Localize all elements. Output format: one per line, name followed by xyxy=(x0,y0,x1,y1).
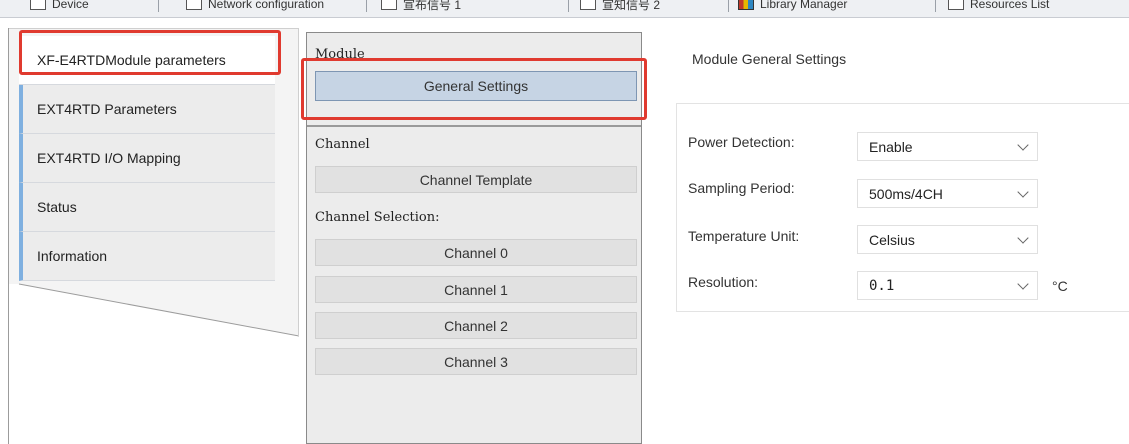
sidebar-item-io-mapping[interactable]: EXT4RTD I/O Mapping xyxy=(19,134,275,183)
tab-separator xyxy=(366,0,367,12)
sampling-period-label: Sampling Period: xyxy=(688,180,795,196)
sidebar: XF-E4RTDModule parameters EXT4RTD Parame… xyxy=(8,28,299,444)
chevron-down-icon xyxy=(1017,232,1029,244)
module-section-label: Module xyxy=(315,47,365,62)
tab-resources-list[interactable]: Resources List xyxy=(948,0,1049,14)
channel-template-label: Channel Template xyxy=(419,171,533,188)
tab-separator xyxy=(568,0,569,12)
general-settings-button[interactable]: General Settings xyxy=(315,71,637,101)
sidebar-item-label: EXT4RTD I/O Mapping xyxy=(37,150,181,166)
sampling-period-select[interactable]: 500ms/4CH xyxy=(857,179,1038,208)
power-detection-select[interactable]: Enable xyxy=(857,132,1038,161)
channel-button-label: Channel 0 xyxy=(444,244,508,261)
sidebar-item-information[interactable]: Information xyxy=(19,232,275,281)
resolution-select[interactable]: 0.1 xyxy=(857,271,1038,300)
power-detection-label: Power Detection: xyxy=(688,134,795,150)
tab-library-manager[interactable]: Library Manager xyxy=(738,0,847,14)
sidebar-item-label: XF-E4RTDModule parameters xyxy=(37,52,226,68)
channel-3-button[interactable]: Channel 3 xyxy=(315,348,637,375)
sidebar-item-module-parameters[interactable]: XF-E4RTDModule parameters xyxy=(19,36,275,85)
tab-label: 宣布信号 1 xyxy=(403,0,462,12)
tab-network-configuration[interactable]: Network configuration xyxy=(186,0,324,14)
sidebar-item-label: Status xyxy=(37,199,77,215)
document-icon xyxy=(381,0,397,10)
settings-title: Module General Settings xyxy=(692,51,847,67)
tab-separator xyxy=(728,0,729,12)
tab-label: Network configuration xyxy=(208,0,325,11)
tab-label: Library Manager xyxy=(760,0,848,11)
tab-label: Resources List xyxy=(970,0,1050,11)
channel-template-button[interactable]: Channel Template xyxy=(315,166,637,193)
document-icon xyxy=(580,0,596,10)
tab-separator xyxy=(935,0,936,12)
chevron-down-icon xyxy=(1017,278,1029,290)
temperature-unit-label: Temperature Unit: xyxy=(688,228,800,244)
channel-1-button[interactable]: Channel 1 xyxy=(315,276,637,303)
library-icon xyxy=(738,0,754,10)
channel-button-label: Channel 2 xyxy=(444,317,508,334)
module-channel-panel: Module General Settings Channel Channel … xyxy=(306,32,642,444)
sidebar-item-label: EXT4RTD Parameters xyxy=(37,101,177,117)
tab-label: Device xyxy=(52,0,89,11)
channel-button-label: Channel 3 xyxy=(444,353,508,370)
tab-separator xyxy=(158,0,159,12)
chevron-down-icon xyxy=(1017,186,1029,198)
select-value: 500ms/4CH xyxy=(869,185,943,202)
channel-0-button[interactable]: Channel 0 xyxy=(315,239,637,266)
resolution-label: Resolution: xyxy=(688,274,759,290)
select-value: Enable xyxy=(869,138,913,155)
channel-button-label: Channel 1 xyxy=(444,281,508,298)
sidebar-item-status[interactable]: Status xyxy=(19,183,275,232)
network-icon xyxy=(186,0,202,10)
tab-signal-1[interactable]: 宣布信号 1 xyxy=(381,0,461,14)
section-divider xyxy=(307,125,641,127)
channel-2-button[interactable]: Channel 2 xyxy=(315,312,637,339)
tab-signal-2[interactable]: 宣知信号 2 xyxy=(580,0,660,14)
sidebar-item-label: Information xyxy=(37,248,108,264)
tab-label: 宣知信号 2 xyxy=(602,0,661,12)
device-icon xyxy=(30,0,46,10)
channel-section-label: Channel xyxy=(315,137,370,152)
temperature-unit-select[interactable]: Celsius xyxy=(857,225,1038,254)
select-value: Celsius xyxy=(869,231,915,248)
document-tab-strip: Device Network configuration 宣布信号 1 宣知信号… xyxy=(0,0,1129,18)
select-value: 0.1 xyxy=(869,277,895,294)
tab-device[interactable]: Device xyxy=(30,0,89,14)
channel-selection-label: Channel Selection: xyxy=(315,210,440,225)
chevron-down-icon xyxy=(1017,139,1029,151)
resolution-unit: °C xyxy=(1052,278,1068,294)
sidebar-item-ext4rtd-parameters[interactable]: EXT4RTD Parameters xyxy=(19,85,275,134)
list-icon xyxy=(948,0,964,10)
general-settings-label: General Settings xyxy=(423,78,529,94)
